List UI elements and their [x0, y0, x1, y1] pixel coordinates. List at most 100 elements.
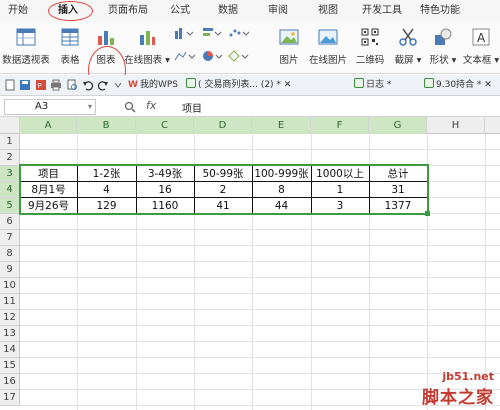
undo-icon[interactable] — [82, 79, 94, 91]
qrcode-button[interactable]: 二维码 — [352, 22, 388, 74]
other-chart-dropdown[interactable] — [228, 50, 252, 62]
scatter-chart-icon — [229, 29, 250, 37]
row-header-10[interactable]: 10 — [0, 278, 20, 294]
row-header-17[interactable]: 17 — [0, 390, 20, 406]
export-pdf-icon[interactable]: P — [35, 79, 47, 91]
doc-tab-my-wps-label: 我的WPS — [139, 80, 178, 90]
tab-home[interactable]: 开始 — [8, 4, 28, 18]
fill-handle[interactable] — [425, 211, 430, 216]
customize-toolbar-chevron-icon[interactable] — [112, 79, 124, 91]
site-watermark: jb51.net 脚本之家 — [422, 370, 494, 408]
name-box-dropdown-icon[interactable]: ▾ — [88, 100, 92, 114]
row-header-11[interactable]: 11 — [0, 294, 20, 310]
column-header-a[interactable]: A — [20, 117, 77, 134]
column-header-g[interactable]: G — [369, 117, 427, 134]
tab-data[interactable]: 数据 — [218, 4, 238, 18]
tab-special-features[interactable]: 特色功能 — [420, 4, 460, 18]
column-chart-dropdown[interactable] — [174, 27, 200, 39]
new-file-icon[interactable] — [4, 79, 16, 91]
watermark-name: 脚本之家 — [422, 388, 494, 408]
online-chart-button[interactable]: 在线图表 ▾ — [124, 22, 170, 74]
tab-review[interactable]: 审阅 — [268, 4, 288, 18]
doc-tab-holdings[interactable]: 9.30持合 * ✕ — [424, 78, 492, 93]
row-header-1[interactable]: 1 — [0, 134, 20, 150]
tab-developer[interactable]: 开发工具 — [362, 4, 402, 18]
tab-view[interactable]: 视图 — [318, 4, 338, 18]
column-header-f[interactable]: F — [311, 117, 369, 134]
textbox-label: 文本框 ▾ — [462, 55, 500, 66]
bar-chart-dropdown[interactable] — [202, 27, 226, 39]
redo-icon[interactable] — [97, 79, 109, 91]
spreadsheet-file-icon — [424, 78, 434, 88]
bar-chart-icon — [203, 28, 222, 36]
formula-input[interactable]: 项目 — [182, 100, 202, 115]
zoom-search-icon[interactable] — [124, 101, 136, 113]
picture-button[interactable]: 图片 — [272, 22, 306, 74]
pivot-table-button[interactable]: 数据透视表 — [0, 22, 52, 74]
online-picture-icon — [318, 29, 338, 45]
doc-tab-my-wps[interactable]: W 我的WPS — [128, 78, 178, 93]
ribbon-insert-panel: 数据透视表 表格 图表 在线图表 ▾ 图片 在线图片 二维码 截屏 ▾ 形状 ▾… — [0, 22, 500, 94]
row-header-3[interactable]: 3 — [0, 166, 20, 182]
row-header-16[interactable]: 16 — [0, 374, 20, 390]
pie-chart-dropdown[interactable] — [202, 50, 226, 62]
shapes-icon — [435, 28, 452, 45]
shapes-button[interactable]: 形状 ▾ — [426, 22, 460, 74]
save-icon[interactable] — [19, 79, 31, 91]
row-header-6[interactable]: 6 — [0, 214, 20, 230]
pivot-table-label: 数据透视表 — [2, 55, 50, 66]
chart-icon — [98, 31, 114, 45]
row-header-13[interactable]: 13 — [0, 326, 20, 342]
line-chart-dropdown[interactable] — [174, 50, 200, 62]
print-icon[interactable] — [50, 79, 62, 91]
column-header-h[interactable]: H — [427, 117, 485, 134]
online-picture-label: 在线图片 — [308, 55, 347, 66]
name-box[interactable]: A3 ▾ — [4, 99, 96, 115]
online-picture-button[interactable]: 在线图片 — [306, 22, 350, 74]
wps-logo-icon: W — [128, 80, 138, 90]
picture-label: 图片 — [279, 55, 299, 66]
svg-text:P: P — [38, 82, 42, 90]
watermark-domain: jb51.net — [442, 370, 494, 383]
doc-tab-dealer-list[interactable]: ( 交易商列表... (2) * ✕ — [186, 78, 291, 93]
row-header-2[interactable]: 2 — [0, 150, 20, 166]
row-header-15[interactable]: 15 — [0, 358, 20, 374]
tab-page-layout[interactable]: 页面布局 — [108, 4, 148, 18]
column-header-d[interactable]: D — [194, 117, 252, 134]
row-header-8[interactable]: 8 — [0, 246, 20, 262]
row-header-9[interactable]: 9 — [0, 262, 20, 278]
doc-tab-dealer-list-label: ( 交易商列表... (2) * ✕ — [198, 80, 292, 90]
column-chart-icon — [175, 28, 194, 39]
qrcode-icon — [361, 28, 379, 46]
table-button[interactable]: 表格 — [54, 22, 86, 74]
tab-formulas[interactable]: 公式 — [170, 4, 190, 18]
line-chart-icon — [174, 51, 196, 61]
row-header-7[interactable]: 7 — [0, 230, 20, 246]
table-label: 表格 — [60, 55, 80, 66]
picture-icon — [279, 29, 299, 45]
fx-label[interactable]: fx — [146, 99, 156, 112]
column-header-c[interactable]: C — [136, 117, 194, 134]
spreadsheet-file-icon — [186, 78, 196, 88]
selection-outline — [19, 164, 429, 215]
scissors-icon — [399, 28, 417, 46]
column-header-b[interactable]: B — [77, 117, 136, 134]
select-all-corner[interactable] — [0, 117, 20, 134]
textbox-icon: A — [472, 28, 490, 46]
insert-tab-highlight-circle — [48, 1, 93, 21]
textbox-button[interactable]: A 文本框 ▾ — [462, 22, 500, 74]
row-header-12[interactable]: 12 — [0, 310, 20, 326]
row-header-4[interactable]: 4 — [0, 182, 20, 198]
column-header-e[interactable]: E — [252, 117, 311, 134]
doc-tab-holdings-label: 9.30持合 * ✕ — [436, 80, 492, 90]
ribbon-tab-bar: 开始 插入 页面布局 公式 数据 审阅 视图 开发工具 特色功能 — [0, 0, 500, 22]
spreadsheet-file-icon — [354, 78, 364, 88]
svg-text:A: A — [477, 31, 486, 45]
screenshot-button[interactable]: 截屏 ▾ — [390, 22, 426, 74]
doc-tab-log[interactable]: 日志 * — [354, 78, 391, 93]
online-chart-icon — [140, 31, 155, 45]
row-header-5[interactable]: 5 — [0, 198, 20, 214]
scatter-chart-dropdown[interactable] — [228, 27, 252, 39]
row-header-14[interactable]: 14 — [0, 342, 20, 358]
print-preview-icon[interactable] — [66, 79, 78, 91]
